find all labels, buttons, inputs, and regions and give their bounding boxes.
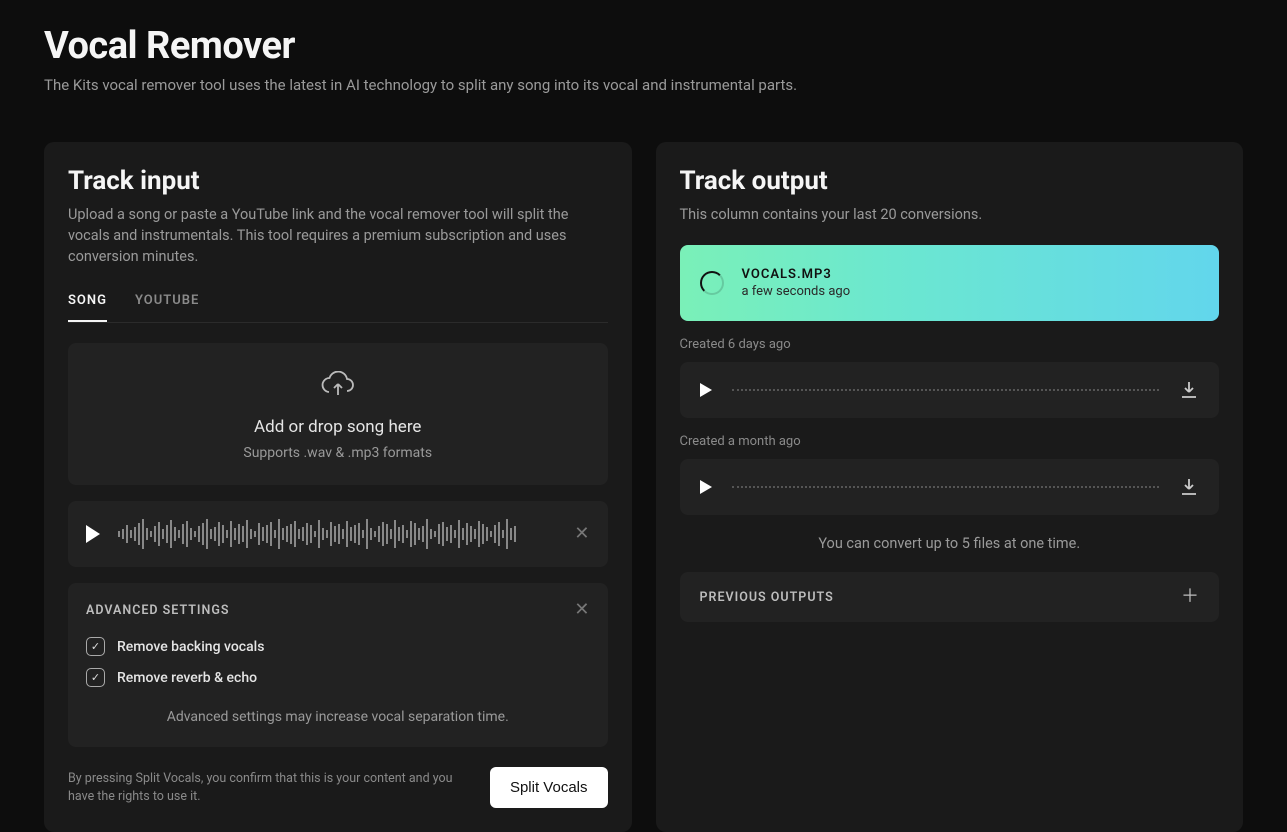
dropzone-subtext: Supports .wav & .mp3 formats [84, 445, 592, 461]
remove-track-icon[interactable]: ✕ [574, 525, 589, 543]
previous-outputs-label: PREVIOUS OUTPUTS [700, 590, 834, 605]
page-title: Vocal Remover [44, 24, 1243, 68]
checkbox-label: Remove reverb & echo [117, 670, 257, 686]
waveform[interactable] [118, 517, 556, 551]
output-player [680, 459, 1220, 515]
checkbox-remove-backing[interactable]: ✓ [86, 637, 105, 656]
tab-youtube[interactable]: YOUTUBE [135, 287, 199, 322]
track-input-title: Track input [68, 166, 608, 196]
dropzone-text: Add or drop song here [84, 417, 592, 437]
checkbox-label: Remove backing vocals [117, 639, 264, 655]
disclaimer-text: By pressing Split Vocals, you confirm th… [68, 770, 470, 805]
upload-dropzone[interactable]: Add or drop song here Supports .wav & .m… [68, 343, 608, 485]
spinner-icon [700, 271, 724, 295]
track-output-subtitle: This column contains your last 20 conver… [680, 204, 1220, 225]
track-output-title: Track output [680, 166, 1220, 196]
advanced-settings-panel: ADVANCED SETTINGS ✕ ✓ Remove backing voc… [68, 583, 608, 747]
processing-filename: VOCALS.MP3 [742, 267, 851, 282]
output-item-created: Created a month ago [680, 434, 1220, 449]
input-tabs: SONG YOUTUBE [68, 287, 608, 323]
page-subtitle: The Kits vocal remover tool uses the lat… [44, 76, 1243, 94]
output-item-created: Created 6 days ago [680, 337, 1220, 352]
tab-song[interactable]: SONG [68, 287, 107, 322]
plus-icon: ＋ [1181, 588, 1199, 606]
download-icon[interactable] [1179, 380, 1199, 400]
progress-track[interactable] [732, 486, 1160, 488]
split-vocals-button[interactable]: Split Vocals [490, 767, 608, 808]
track-input-subtitle: Upload a song or paste a YouTube link an… [68, 204, 608, 267]
play-icon[interactable] [86, 525, 100, 543]
advanced-settings-title: ADVANCED SETTINGS [86, 603, 230, 618]
processing-card[interactable]: VOCALS.MP3 a few seconds ago [680, 245, 1220, 321]
cloud-upload-icon [320, 371, 356, 399]
play-icon[interactable] [700, 480, 712, 494]
output-limit-note: You can convert up to 5 files at one tim… [680, 535, 1220, 552]
play-icon[interactable] [700, 383, 712, 397]
checkbox-remove-reverb[interactable]: ✓ [86, 668, 105, 687]
output-player [680, 362, 1220, 418]
advanced-note: Advanced settings may increase vocal sep… [86, 709, 590, 725]
processing-time: a few seconds ago [742, 284, 851, 299]
close-icon[interactable]: ✕ [574, 601, 589, 619]
loaded-track-player: ✕ [68, 501, 608, 567]
track-input-panel: Track input Upload a song or paste a You… [44, 142, 632, 832]
track-output-panel: Track output This column contains your l… [656, 142, 1244, 832]
previous-outputs-toggle[interactable]: PREVIOUS OUTPUTS ＋ [680, 572, 1220, 622]
download-icon[interactable] [1179, 477, 1199, 497]
progress-track[interactable] [732, 389, 1160, 391]
